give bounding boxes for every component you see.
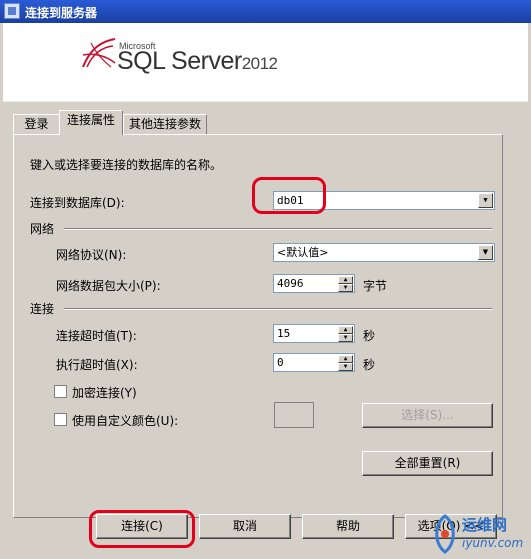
exec-timeout-unit: 秒 [363,358,376,372]
spin-down-icon[interactable]: ▼ [338,334,353,342]
help-button[interactable]: 帮助 [302,514,394,539]
chevron-down-icon[interactable]: ▼ [478,193,493,208]
instruction-text: 键入或选择要连接的数据库的名称。 [30,158,223,172]
cancel-button[interactable]: 取消 [199,514,291,539]
custom-color-label: 使用自定义颜色(U): [72,414,179,428]
custom-color-checkbox[interactable] [54,413,67,426]
protocol-value: <默认值> [277,246,329,259]
spin-up-icon[interactable]: ▲ [338,326,353,334]
conn-timeout-label: 连接超时值(T): [56,329,137,343]
packet-size-label: 网络数据包大小(P): [56,279,161,293]
connect-dialog: Microsoft SQL Server2012 登录 连接属性 其他连接参数 … [0,23,531,559]
encrypt-checkbox[interactable] [54,385,67,398]
select-color-button[interactable]: 选择(S)... [362,403,493,428]
spin-up-icon[interactable]: ▲ [338,355,353,363]
color-swatch [274,402,314,428]
conn-timeout-value: 15 [277,327,291,340]
title-bar: 连接到服务器 [0,0,531,23]
chevron-down-icon[interactable]: ▼ [478,245,493,260]
watermark-text-cn: 运维网 [462,516,508,534]
tab-additional-parameters[interactable]: 其他连接参数 [123,114,207,134]
conn-timeout-stepper[interactable]: ▲ ▼ [338,326,353,342]
conn-timeout-input[interactable]: 15 ▲ ▼ [273,324,355,343]
spin-down-icon[interactable]: ▼ [338,284,353,292]
protocol-combobox[interactable]: <默认值> ▼ [273,243,495,262]
network-divider [64,228,492,230]
sql-server-logo-icon [82,38,116,68]
product-banner: Microsoft SQL Server2012 [3,23,528,102]
window-title: 连接到服务器 [25,6,98,20]
product-label: SQL Server [117,47,242,75]
exec-timeout-input[interactable]: 0 ▲ ▼ [273,353,355,372]
exec-timeout-label: 执行超时值(X): [56,358,138,372]
tab-connection-properties[interactable]: 连接属性 [59,110,123,135]
packet-size-stepper[interactable]: ▲ ▼ [338,276,353,292]
version-label: 2012 [241,54,278,73]
exec-timeout-stepper[interactable]: ▲ ▼ [338,355,353,371]
watermark-logo-icon [435,514,455,554]
app-icon [4,3,20,19]
network-section-label: 网络 [30,222,55,236]
watermark-text-en: iyunv.com [462,536,524,550]
spin-down-icon[interactable]: ▼ [338,363,353,371]
exec-timeout-value: 0 [277,356,284,369]
spin-up-icon[interactable]: ▲ [338,276,353,284]
product-name: SQL Server2012 [117,47,278,76]
database-highlight [252,177,326,214]
packet-size-value: 4096 [277,277,304,290]
connection-divider [64,308,492,310]
protocol-label: 网络协议(N): [56,248,127,262]
connection-section-label: 连接 [30,302,55,316]
packet-size-input[interactable]: 4096 ▲ ▼ [273,274,355,293]
watermark: 运维网 iyunv.com [430,512,530,556]
connect-highlight [89,510,195,548]
conn-timeout-unit: 秒 [363,329,376,343]
encrypt-label: 加密连接(Y) [72,386,137,400]
packet-size-unit: 字节 [363,279,388,293]
database-label: 连接到数据库(D): [30,196,125,210]
tab-login[interactable]: 登录 [13,114,60,134]
reset-all-button[interactable]: 全部重置(R) [362,451,493,476]
